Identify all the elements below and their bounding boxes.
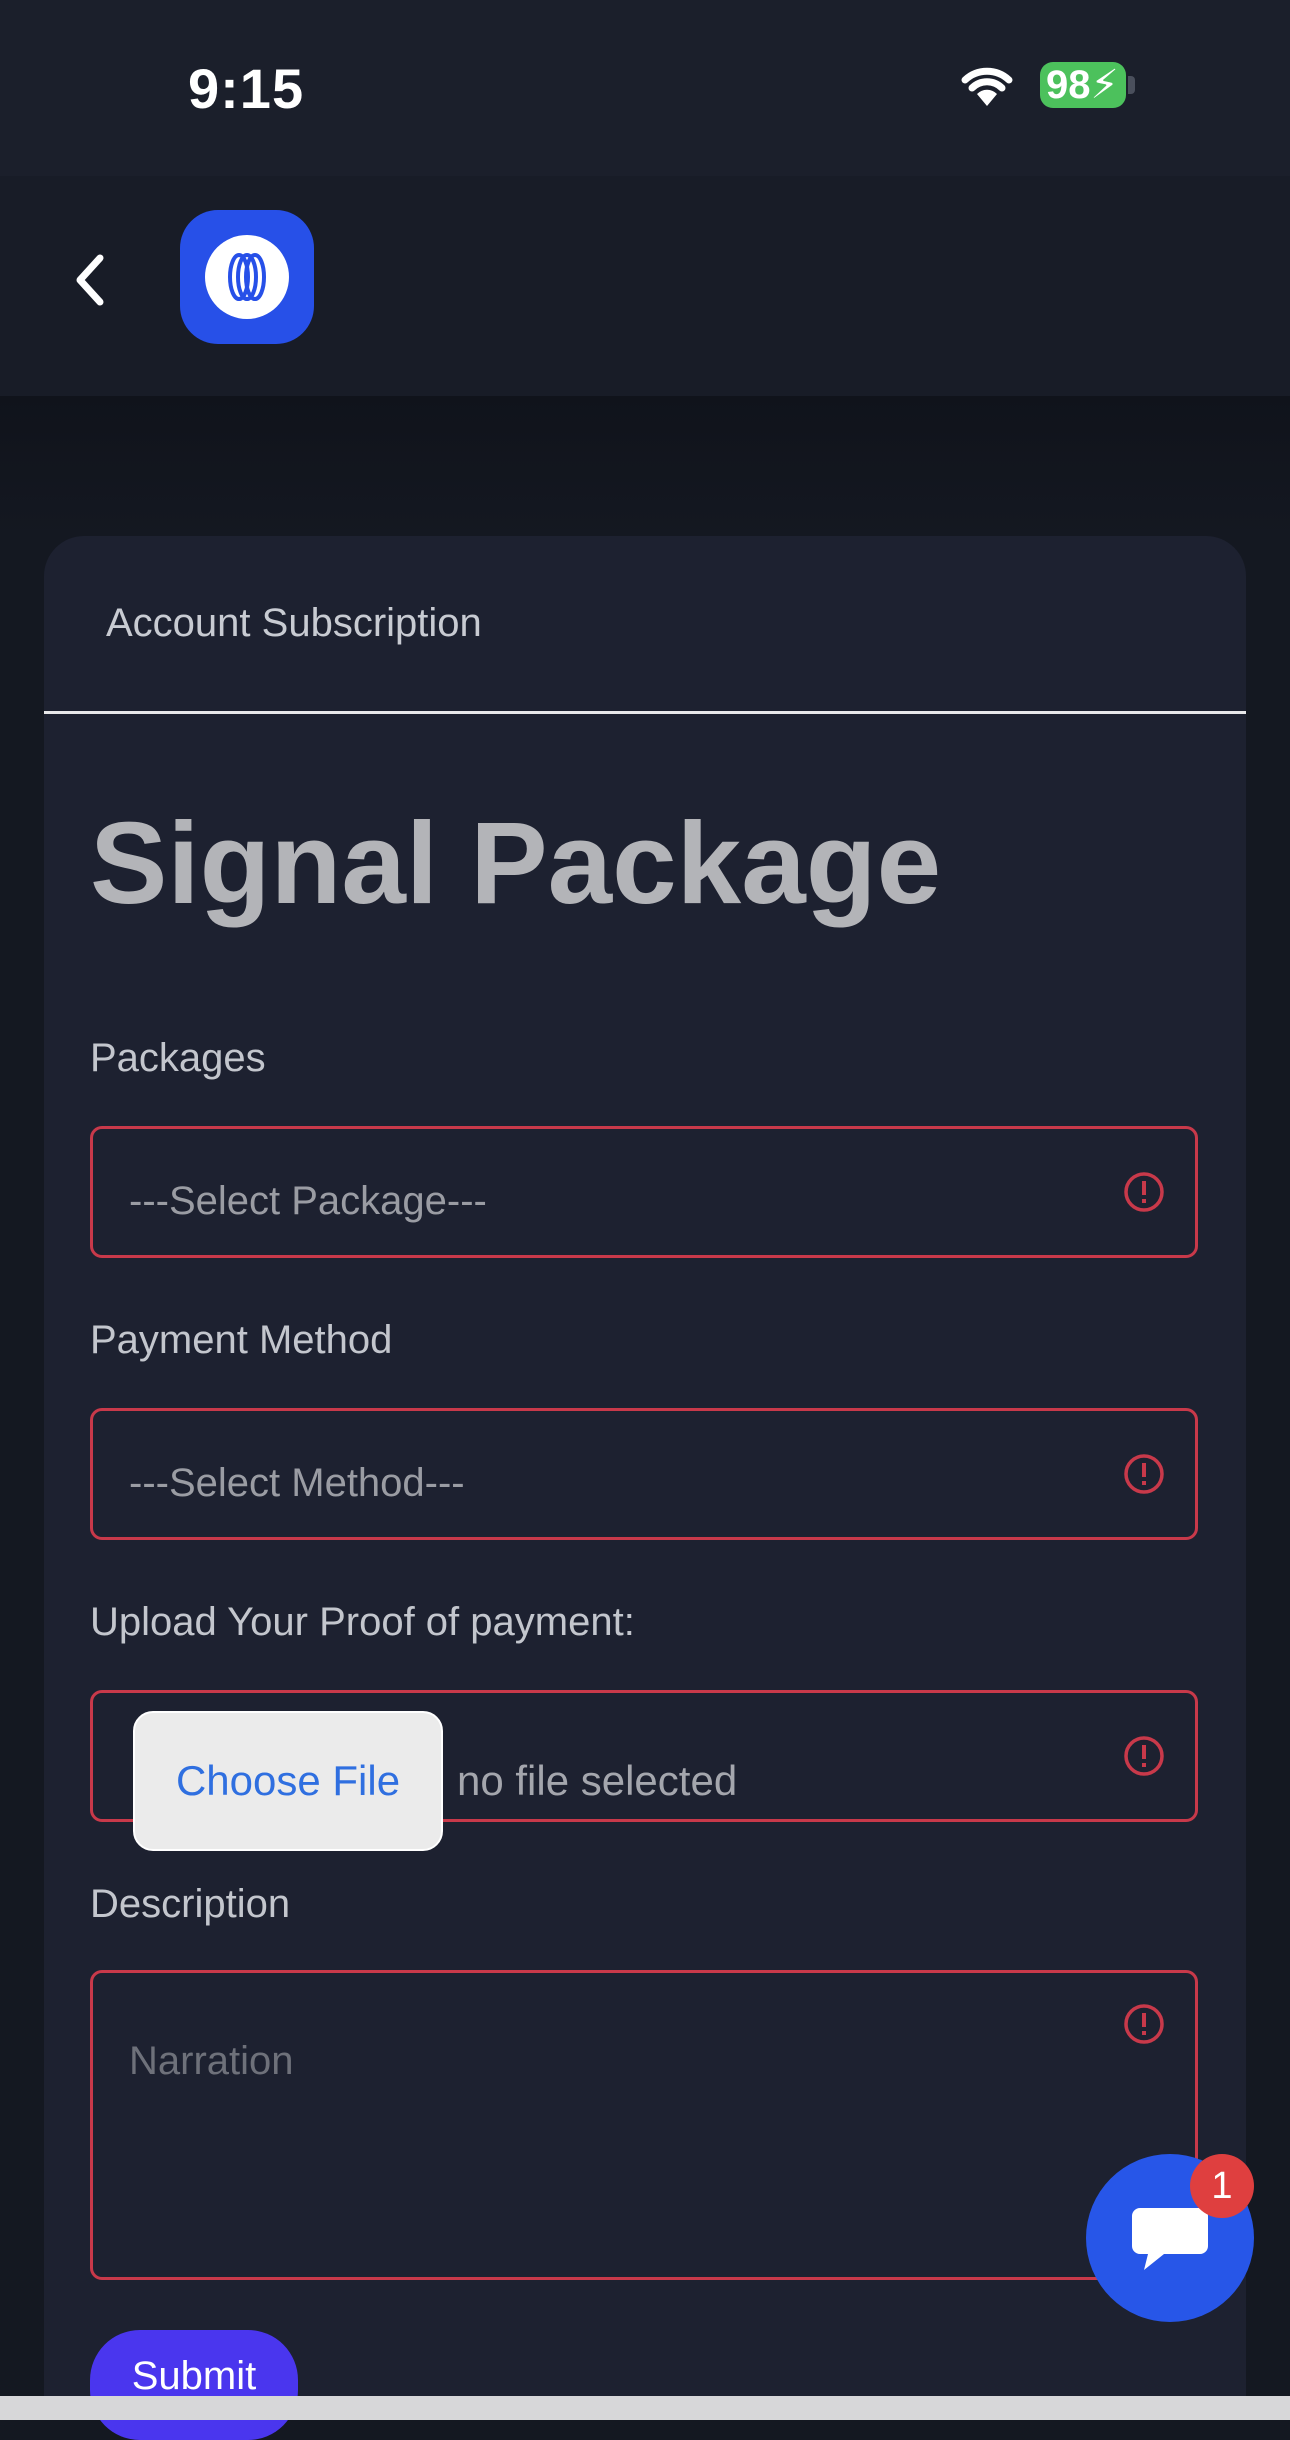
- file-status: no file selected: [457, 1757, 738, 1804]
- app-logo[interactable]: [180, 210, 314, 344]
- battery-level: 98: [1046, 63, 1091, 107]
- payment-method-placeholder: ---Select Method---: [129, 1460, 465, 1505]
- page-title: Signal Package: [90, 798, 942, 928]
- status-bar: 9:15 98⚡: [0, 0, 1290, 176]
- battery-indicator: 98⚡: [1040, 62, 1126, 108]
- card-header-title: Account Subscription: [106, 601, 482, 645]
- choose-file-button[interactable]: Choose File: [133, 1711, 443, 1851]
- upload-proof-label: Upload Your Proof of payment:: [90, 1600, 635, 1644]
- header-shadow: [0, 396, 1290, 536]
- error-icon: [1124, 1736, 1164, 1776]
- card-header: Account Subscription: [44, 536, 1246, 714]
- status-time: 9:15: [188, 57, 305, 120]
- packages-placeholder: ---Select Package---: [129, 1178, 487, 1223]
- description-label: Description: [90, 1882, 291, 1926]
- logo-icon: [205, 235, 289, 319]
- battery-cap: [1128, 76, 1135, 94]
- error-icon: [1124, 2004, 1164, 2044]
- charging-bolt-icon: ⚡: [1090, 63, 1119, 107]
- chat-badge: 1: [1190, 2154, 1254, 2218]
- chevron-left-icon: [76, 254, 104, 306]
- payment-method-label: Payment Method: [90, 1318, 393, 1362]
- subscription-card: Account Subscription Signal Package Pack…: [44, 536, 1246, 2440]
- brand-logo-mark: [228, 253, 266, 301]
- error-icon: [1124, 1454, 1164, 1494]
- payment-method-select[interactable]: ---Select Method---: [90, 1408, 1198, 1540]
- bottom-strip: [0, 2396, 1290, 2420]
- packages-select[interactable]: ---Select Package---: [90, 1126, 1198, 1258]
- error-icon: [1124, 1172, 1164, 1212]
- back-button[interactable]: [60, 240, 120, 320]
- submit-button[interactable]: Submit: [90, 2330, 298, 2440]
- wifi-icon: [961, 67, 1013, 106]
- packages-label: Packages: [90, 1036, 266, 1080]
- upload-proof-field: Choose File no file selected: [90, 1690, 1198, 1851]
- description-placeholder: Narration: [129, 2039, 294, 2083]
- chat-bubble-icon: [1132, 2208, 1208, 2270]
- description-textarea[interactable]: Narration: [90, 1970, 1198, 2280]
